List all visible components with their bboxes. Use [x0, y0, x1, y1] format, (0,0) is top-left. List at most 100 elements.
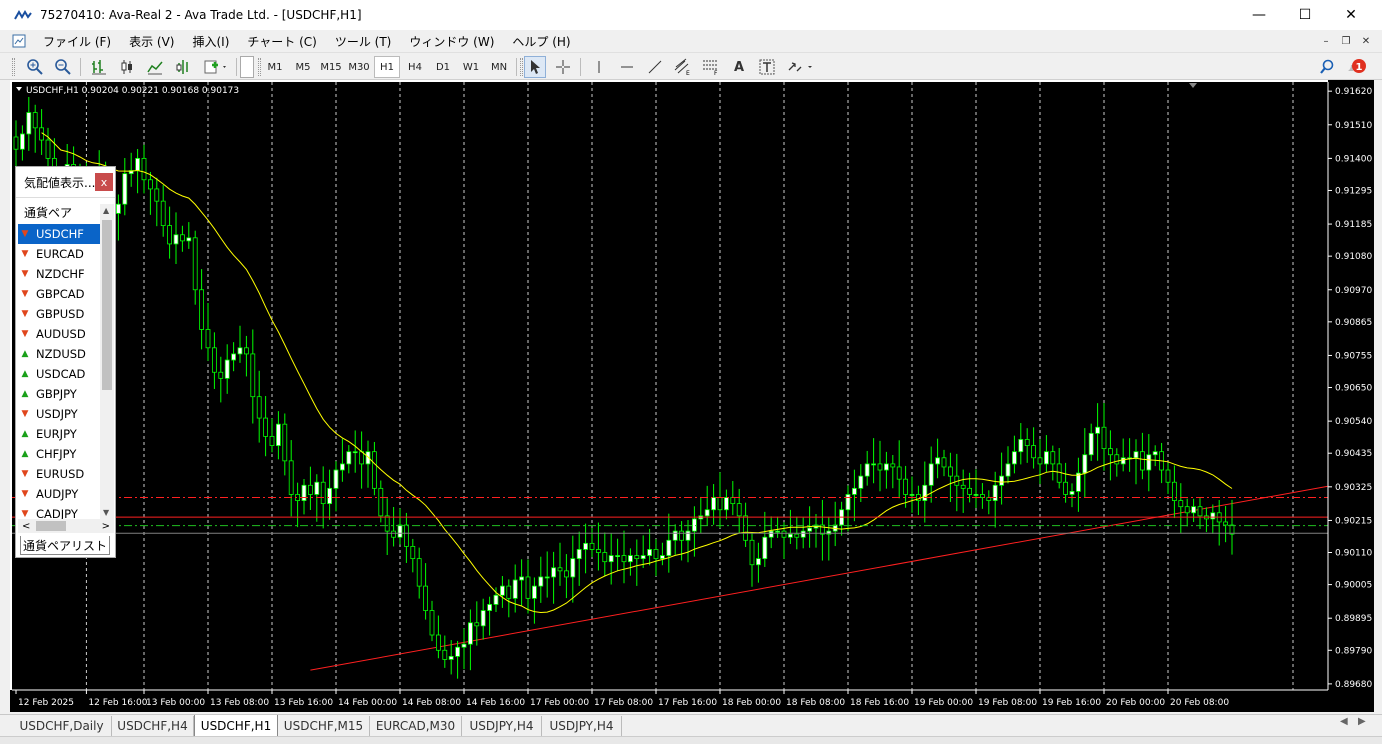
timeframe-h1[interactable]: H1 [374, 56, 400, 78]
vscroll-thumb[interactable] [102, 220, 112, 390]
tab-usdchf-daily[interactable]: USDCHF,Daily [12, 716, 112, 736]
timeframe-m15[interactable]: M15 [318, 56, 344, 78]
candle-body [237, 347, 243, 355]
tab-scroll-left-icon[interactable]: ◀ [1340, 716, 1348, 727]
tab-eurcad-m30[interactable]: EURCAD,M30 [370, 716, 462, 736]
fibonacci-icon[interactable]: F [700, 56, 722, 78]
indicators-dropdown[interactable] [200, 56, 232, 78]
candle-body [800, 530, 806, 538]
toolbar-grip[interactable] [12, 58, 15, 76]
tab-symbol-list[interactable]: 通貨ペアリスト [20, 536, 110, 555]
symbol-row-usdjpy[interactable]: ▼ USDJPY [18, 404, 100, 424]
candle-body [1133, 451, 1139, 459]
mdi-close-icon[interactable]: ✕ [1358, 34, 1374, 48]
price-chart[interactable]: 0.902260.90173 0.916200.915100.914000.91… [10, 80, 1374, 712]
candle-body [301, 484, 307, 501]
timeframe-w1[interactable]: W1 [458, 56, 484, 78]
timeframe-m30[interactable]: M30 [346, 56, 372, 78]
candle-body [1018, 439, 1024, 453]
column-header-symbol[interactable]: 通貨ペア [18, 202, 98, 222]
timeframe-d1[interactable]: D1 [430, 56, 456, 78]
menu-chart[interactable]: チャート (C) [238, 33, 325, 50]
scroll-up-icon[interactable]: ▲ [103, 206, 109, 215]
toolbar-grip-2[interactable] [258, 58, 261, 76]
timeframe-mn[interactable]: MN [486, 56, 512, 78]
candle-body [762, 536, 768, 560]
scroll-right-icon[interactable]: > [102, 521, 110, 532]
symbol-row-nzdusd[interactable]: ▲ NZDUSD [18, 344, 100, 364]
notification-icon[interactable]: 1 [1344, 56, 1370, 78]
timeframe-m5[interactable]: M5 [290, 56, 316, 78]
arrow-down-icon: ▼ [21, 269, 29, 279]
symbol-row-usdcad[interactable]: ▲ USDCAD [18, 364, 100, 384]
vertical-line-icon[interactable] [588, 56, 610, 78]
tab-usdchf-m15[interactable]: USDCHF,M15 [278, 716, 370, 736]
menu-tools[interactable]: ツール (T) [326, 33, 401, 50]
text-label-icon[interactable] [756, 56, 778, 78]
maximize-icon[interactable]: ☐ [1282, 0, 1328, 30]
symbol-row-eurcad[interactable]: ▼ EURCAD [18, 244, 100, 264]
trendline-icon[interactable] [644, 56, 666, 78]
tab-usdjpy-h4[interactable]: USDJPY,H4 [462, 716, 542, 736]
candle-body [1191, 506, 1196, 514]
candlestick-icon[interactable] [116, 56, 138, 78]
scroll-down-icon[interactable]: ▼ [103, 508, 109, 517]
menu-window[interactable]: ウィンドウ (W) [400, 33, 503, 50]
tab-usdchf-h4[interactable]: USDCHF,H4 [112, 716, 194, 736]
hscroll-thumb[interactable] [36, 521, 66, 531]
horizontal-line-icon[interactable] [616, 56, 638, 78]
symbol-row-chfjpy[interactable]: ▲ CHFJPY [18, 444, 100, 464]
autoscroll-icon[interactable] [172, 56, 194, 78]
menu-file[interactable]: ファイル (F) [34, 33, 120, 50]
zoom-in-icon[interactable] [24, 56, 46, 78]
scroll-left-icon[interactable]: < [22, 521, 30, 532]
minimize-icon[interactable]: — [1236, 0, 1282, 30]
tab-usdchf-h1[interactable]: USDCHF,H1 [194, 715, 278, 737]
chart-plot-area[interactable] [12, 82, 1328, 690]
mdi-restore-icon[interactable]: ❐ [1338, 34, 1354, 48]
mdi-minimize-icon[interactable]: – [1318, 34, 1334, 48]
time-tick-label: 13 Feb 08:00 [210, 698, 269, 708]
bar-chart-icon[interactable] [88, 56, 110, 78]
symbol-row-audjpy[interactable]: ▼ AUDJPY [18, 484, 100, 504]
tab-scroll-right-icon[interactable]: ▶ [1358, 716, 1366, 727]
price-tick-label: 0.91185 [1335, 220, 1372, 230]
period-box[interactable] [240, 56, 254, 78]
line-chart-icon[interactable] [144, 56, 166, 78]
time-tick-label: 17 Feb 16:00 [658, 698, 717, 708]
candle-body [1037, 457, 1043, 465]
symbol-row-gbpjpy[interactable]: ▲ GBPJPY [18, 384, 100, 404]
symbol-row-nzdchf[interactable]: ▼ NZDCHF [18, 264, 100, 284]
candle-body [788, 533, 793, 538]
symbol-row-gbpusd[interactable]: ▼ GBPUSD [18, 304, 100, 324]
crosshair-icon[interactable] [552, 56, 574, 78]
market-watch-hscroll[interactable]: < > [18, 519, 114, 533]
market-watch-vscroll[interactable]: ▲ ▼ [100, 204, 114, 519]
toolbar-grip-3[interactable] [520, 58, 523, 76]
candle-body [467, 622, 473, 645]
symbol-row-gbpcad[interactable]: ▼ GBPCAD [18, 284, 100, 304]
tab-usdjpy-h4-2[interactable]: USDJPY,H4 [542, 716, 622, 736]
zoom-out-icon[interactable] [52, 56, 74, 78]
arrow-down-icon: ▼ [21, 489, 29, 499]
symbol-row-eurusd[interactable]: ▼ EURUSD [18, 464, 100, 484]
menu-help[interactable]: ヘルプ (H) [503, 33, 579, 50]
symbol-row-audusd[interactable]: ▼ AUDUSD [18, 324, 100, 344]
search-icon[interactable] [1316, 56, 1338, 78]
candle-body [173, 234, 179, 245]
symbol-row-eurjpy[interactable]: ▲ EURJPY [18, 424, 100, 444]
equidistant-channel-icon[interactable]: E [672, 56, 694, 78]
chart-window[interactable]: 0.902260.90173 0.916200.915100.914000.91… [10, 80, 1374, 712]
cursor-icon[interactable] [524, 56, 546, 78]
timeframe-m1[interactable]: M1 [262, 56, 288, 78]
menu-insert[interactable]: 挿入(I) [183, 33, 238, 50]
candle-body [730, 497, 736, 505]
candle-body [416, 558, 422, 587]
symbol-row-usdchf[interactable]: ▼ USDCHF [18, 224, 100, 244]
close-icon[interactable]: ✕ [1328, 0, 1374, 30]
text-tool-icon[interactable]: A [728, 56, 750, 78]
arrows-dropdown[interactable] [784, 56, 816, 78]
menu-view[interactable]: 表示 (V) [120, 33, 183, 50]
timeframe-h4[interactable]: H4 [402, 56, 428, 78]
market-watch-close-button[interactable]: x [95, 173, 113, 191]
